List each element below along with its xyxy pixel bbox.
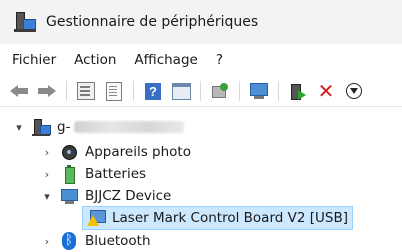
tree-item-laser-mark[interactable]: ! Laser Mark Control Board V2 [USB]: [82, 206, 353, 230]
device-icon: [60, 187, 78, 205]
toolbar-separator: [239, 81, 240, 101]
battery-icon: [60, 165, 78, 184]
help-icon[interactable]: ?: [142, 80, 164, 102]
chevron-right-icon[interactable]: ›: [40, 146, 54, 159]
forward-arrow-icon[interactable]: [36, 80, 58, 102]
computer-icon: [32, 118, 51, 136]
properties-icon[interactable]: [75, 80, 97, 102]
bluetooth-icon: [60, 232, 78, 250]
toolbar: ? ✕: [0, 76, 402, 107]
tree-item-label: Laser Mark Control Board V2 [USB]: [112, 210, 348, 226]
toolbar-separator: [133, 81, 134, 101]
toolbar-separator: [66, 81, 67, 101]
chevron-down-icon[interactable]: ▾: [40, 190, 54, 203]
chevron-right-icon[interactable]: ›: [40, 235, 54, 248]
tree-root-label: g-: [57, 119, 71, 135]
window-title: Gestionnaire de périphériques: [46, 14, 259, 30]
device-tree: ▾ g- › Appareils photo › Batteries ▾ BJJ…: [0, 108, 402, 252]
menu-fichier[interactable]: Fichier: [12, 52, 56, 68]
update-driver-icon[interactable]: [209, 80, 231, 102]
panel-icon[interactable]: [170, 80, 192, 102]
redacted-hostname: [74, 121, 185, 133]
uninstall-icon[interactable]: ✕: [315, 80, 337, 102]
tree-item-bluetooth[interactable]: › Bluetooth: [40, 230, 151, 252]
camera-icon: [60, 143, 78, 161]
toolbar-separator: [200, 81, 201, 101]
menu-help[interactable]: ?: [216, 52, 223, 68]
tree-item-appareils-photo[interactable]: › Appareils photo: [40, 141, 191, 163]
tree-item-batteries[interactable]: › Batteries: [40, 163, 146, 185]
download-icon[interactable]: [343, 80, 365, 102]
tree-item-label: Bluetooth: [85, 233, 151, 249]
chevron-down-icon[interactable]: ▾: [12, 121, 26, 134]
chevron-right-icon[interactable]: ›: [40, 168, 54, 181]
tree-item-bjjcz-device[interactable]: ▾ BJJCZ Device: [40, 185, 171, 207]
menu-bar: Fichier Action Affichage ?: [0, 44, 402, 76]
tree-item-label: Batteries: [85, 166, 147, 182]
toolbar-separator: [278, 81, 279, 101]
menu-affichage[interactable]: Affichage: [134, 52, 197, 68]
warning-device-icon: !: [87, 209, 106, 227]
menu-action[interactable]: Action: [74, 52, 116, 68]
device-manager-icon: [14, 11, 36, 33]
title-bar: Gestionnaire de périphériques: [0, 0, 402, 44]
tree-item-label: Appareils photo: [85, 144, 191, 160]
scan-hardware-icon[interactable]: [248, 80, 270, 102]
enable-device-icon[interactable]: [287, 80, 309, 102]
show-hidden-icon[interactable]: [103, 80, 125, 102]
tree-root[interactable]: ▾ g-: [12, 116, 185, 138]
tree-item-label: BJJCZ Device: [85, 188, 172, 204]
back-arrow-icon[interactable]: [8, 80, 30, 102]
